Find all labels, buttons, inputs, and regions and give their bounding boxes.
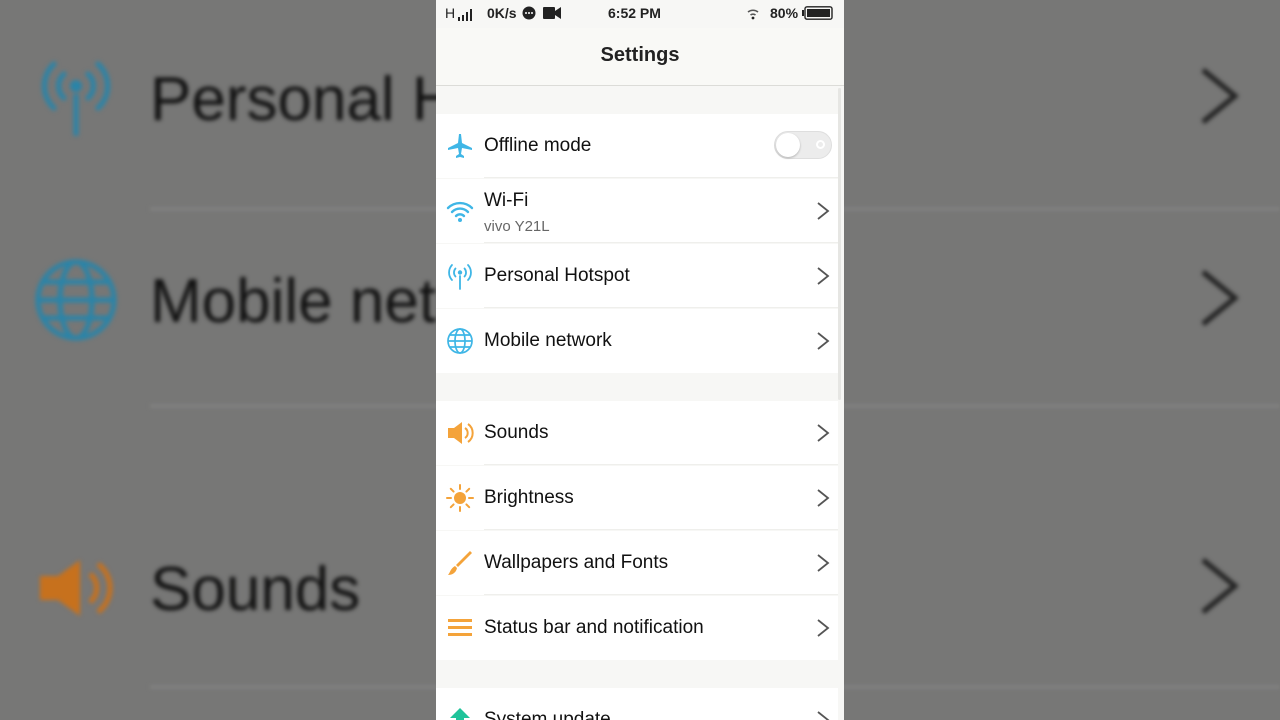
mobile-network-label: Mobile network <box>484 330 612 351</box>
chevron-right-icon <box>817 489 830 507</box>
net-speed: 0K/s <box>487 5 517 21</box>
bg-label-sounds: Sounds <box>150 555 361 624</box>
toggle-knob <box>776 133 800 157</box>
globe-icon <box>447 328 473 354</box>
page-title: Settings <box>600 44 680 66</box>
globe-icon <box>35 259 117 341</box>
system-update-label: System update <box>484 709 611 720</box>
bg-label-mobile-network: Mobile net <box>150 267 437 336</box>
divider <box>484 242 838 243</box>
chevron-right-icon <box>1201 68 1239 124</box>
brightness-label: Brightness <box>484 487 574 508</box>
wifi-status-icon <box>747 9 759 20</box>
hotspot-icon <box>41 61 111 136</box>
chevron-right-icon <box>817 711 830 720</box>
speaker-icon <box>40 560 113 616</box>
system-update-row[interactable]: System update <box>436 688 838 720</box>
clock: 6:52 PM <box>608 5 661 21</box>
divider <box>484 464 838 465</box>
wifi-network-name: vivo Y21L <box>484 218 550 235</box>
divider <box>484 529 838 530</box>
offline-mode-label: Offline mode <box>484 135 592 156</box>
chevron-right-icon <box>817 267 830 285</box>
toggle-off-indicator <box>816 140 825 149</box>
chevron-right-icon <box>817 332 830 350</box>
wifi-label: Wi-Fi <box>484 190 529 211</box>
sounds-label: Sounds <box>484 422 549 443</box>
status-bar-notification-row[interactable]: Status bar and notification <box>436 596 838 660</box>
personal-hotspot-row[interactable]: Personal Hotspot <box>436 244 838 308</box>
signal-icon <box>458 9 472 21</box>
status-bar-notification-label: Status bar and notification <box>484 617 704 638</box>
wallpapers-fonts-label: Wallpapers and Fonts <box>484 552 669 573</box>
lines-icon <box>448 619 472 636</box>
mobile-network-row[interactable]: Mobile network <box>436 309 838 373</box>
title-bar: Settings <box>436 28 844 86</box>
wifi-row[interactable]: Wi-Fi vivo Y21L <box>436 179 838 243</box>
bg-label-hotspot: Personal H <box>150 65 457 134</box>
wifi-icon <box>446 201 474 222</box>
battery-icon <box>802 6 833 20</box>
divider <box>484 594 838 595</box>
brightness-row[interactable]: Brightness <box>436 466 838 530</box>
status-bar: H 0K/s 6:52 PM 80% <box>436 0 844 28</box>
offline-mode-toggle[interactable] <box>774 131 832 159</box>
arrow-up-icon <box>450 708 470 720</box>
sun-icon <box>446 484 474 512</box>
network-type: H <box>445 5 456 21</box>
chevron-right-icon <box>817 202 830 220</box>
sounds-row[interactable]: Sounds <box>436 401 838 465</box>
chevron-right-icon <box>817 554 830 572</box>
scrollbar[interactable] <box>838 88 841 400</box>
personal-hotspot-label: Personal Hotspot <box>484 265 630 286</box>
video-icon <box>543 7 561 19</box>
hotspot-icon <box>448 264 472 290</box>
airplane-icon <box>448 134 472 158</box>
chevron-right-icon <box>1201 558 1239 614</box>
divider <box>484 177 838 178</box>
phone-screen: H 0K/s 6:52 PM 80% Settings Offline mode… <box>436 0 844 720</box>
chevron-right-icon <box>1201 270 1239 326</box>
speaker-icon <box>448 422 474 444</box>
chevron-right-icon <box>817 424 830 442</box>
divider <box>484 307 838 308</box>
wallpapers-fonts-row[interactable]: Wallpapers and Fonts <box>436 531 838 595</box>
battery-percent: 80% <box>770 5 799 21</box>
offline-mode-row[interactable]: Offline mode <box>436 114 838 178</box>
chat-icon <box>522 6 536 20</box>
brush-icon <box>448 551 472 575</box>
chevron-right-icon <box>817 619 830 637</box>
